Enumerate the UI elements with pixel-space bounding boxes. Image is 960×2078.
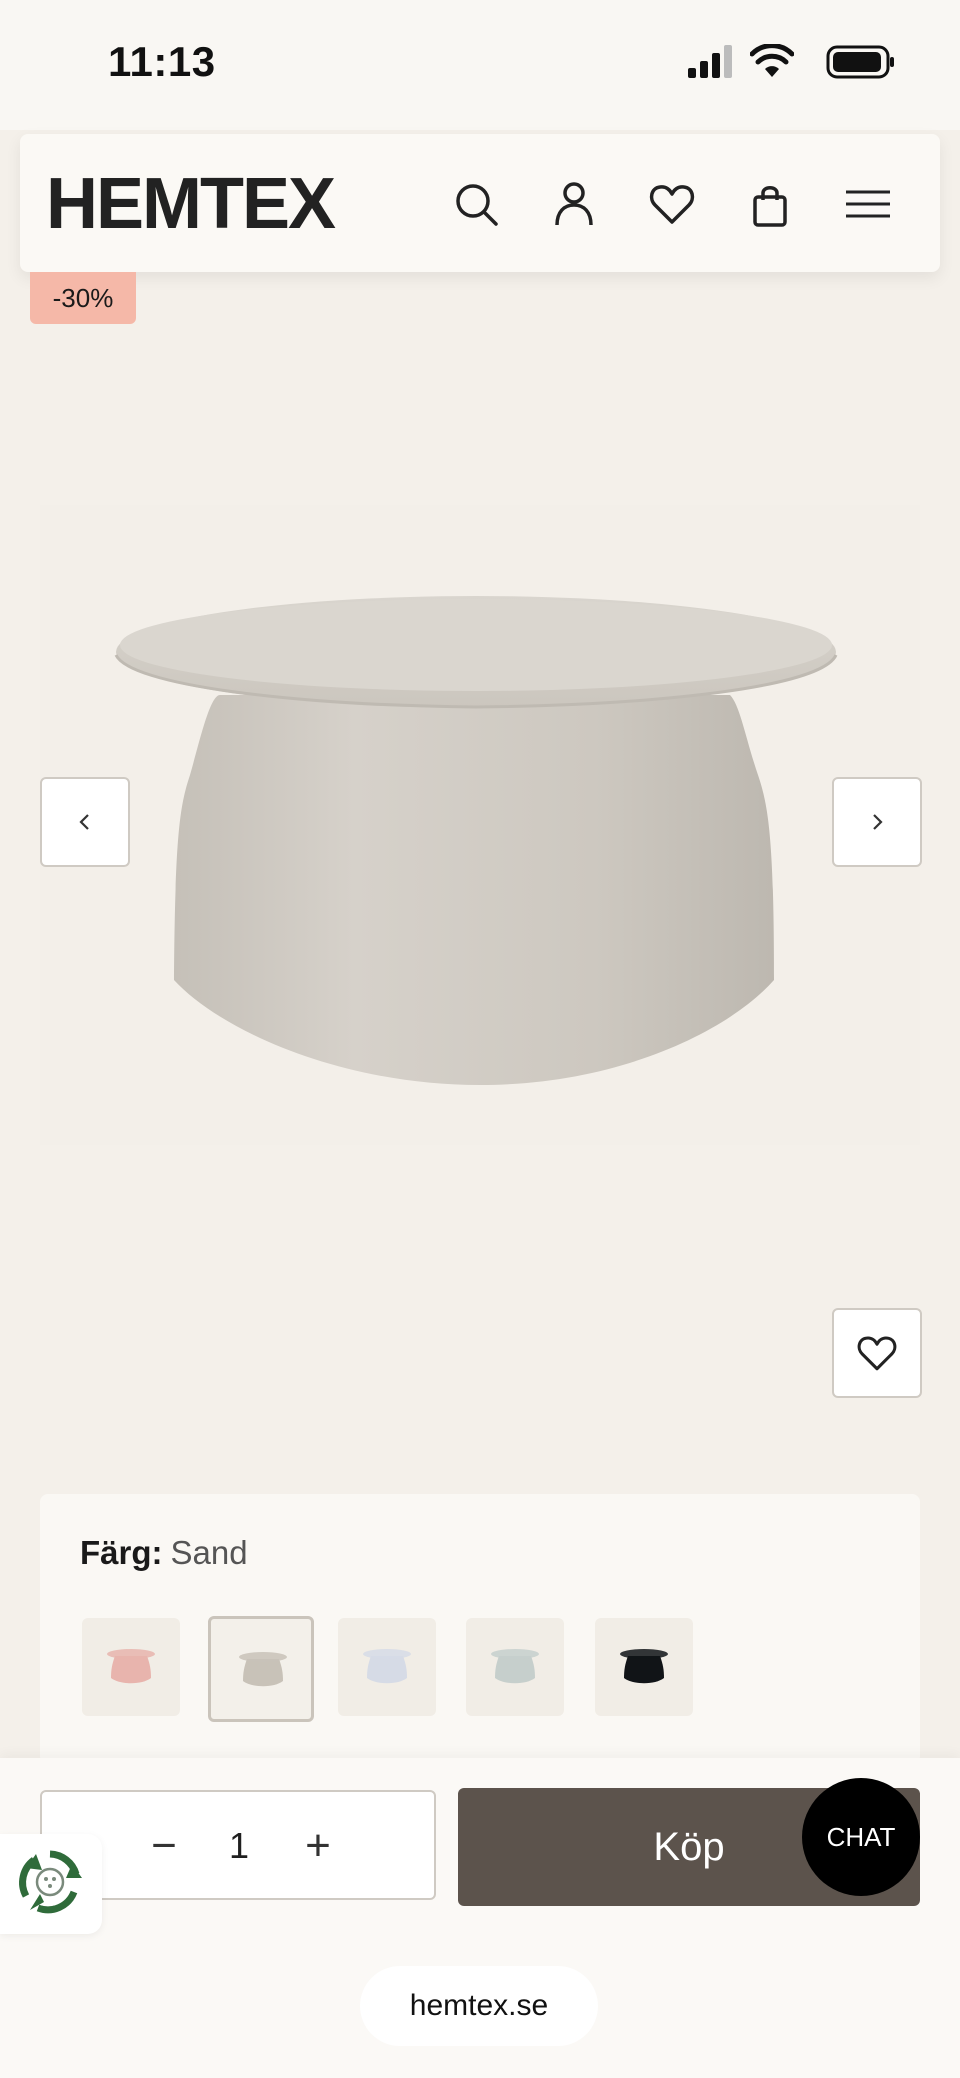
product-image bbox=[40, 505, 920, 1145]
user-icon[interactable] bbox=[550, 180, 598, 228]
chevron-right-icon bbox=[873, 814, 883, 830]
color-swatch[interactable] bbox=[595, 1618, 693, 1716]
color-label-value: Sand bbox=[170, 1534, 248, 1571]
purchase-bar: − 1 + Köp CHAT hemtex.se bbox=[0, 1758, 960, 2078]
chat-button[interactable]: CHAT bbox=[802, 1778, 920, 1896]
color-swatch[interactable] bbox=[82, 1618, 180, 1716]
chevron-left-icon bbox=[79, 814, 89, 830]
color-swatch[interactable] bbox=[208, 1616, 314, 1722]
recycle-badge[interactable] bbox=[0, 1834, 102, 1934]
bag-icon[interactable] bbox=[746, 180, 794, 228]
hemtex-logo[interactable]: HEMTEX bbox=[46, 168, 336, 240]
status-time: 11:13 bbox=[108, 38, 216, 85]
signal-icon bbox=[688, 45, 732, 78]
discount-badge: -30% bbox=[30, 272, 136, 324]
swatch-table-icon bbox=[107, 1649, 155, 1684]
swatch-table-icon bbox=[239, 1652, 287, 1687]
search-icon[interactable] bbox=[452, 180, 500, 228]
color-label-key: Färg: bbox=[80, 1534, 163, 1571]
color-label: Färg: Sand bbox=[80, 1534, 248, 1572]
swatch-table-icon bbox=[363, 1649, 411, 1684]
heart-icon[interactable] bbox=[648, 180, 696, 228]
quantity-value[interactable]: 1 bbox=[202, 1820, 276, 1872]
prev-image-button[interactable] bbox=[40, 777, 130, 867]
recycle-icon bbox=[19, 1850, 82, 1914]
site-header: HEMTEX bbox=[20, 134, 940, 272]
color-swatch[interactable] bbox=[338, 1618, 436, 1716]
swatch-table-icon bbox=[620, 1649, 668, 1684]
url-bar[interactable]: hemtex.se bbox=[360, 1966, 598, 2046]
decrease-quantity-button[interactable]: − bbox=[134, 1816, 194, 1876]
battery-icon bbox=[826, 45, 894, 79]
add-to-wishlist-button[interactable] bbox=[832, 1308, 922, 1398]
swatch-table-icon bbox=[491, 1649, 539, 1684]
increase-quantity-button[interactable]: + bbox=[288, 1816, 348, 1876]
color-swatch[interactable] bbox=[466, 1618, 564, 1716]
wifi-icon bbox=[750, 44, 794, 77]
next-image-button[interactable] bbox=[832, 777, 922, 867]
status-bar: 11:13 bbox=[0, 0, 960, 130]
menu-icon[interactable] bbox=[846, 180, 890, 228]
color-selector: Färg: Sand bbox=[40, 1494, 920, 1764]
heart-icon bbox=[857, 1336, 897, 1371]
